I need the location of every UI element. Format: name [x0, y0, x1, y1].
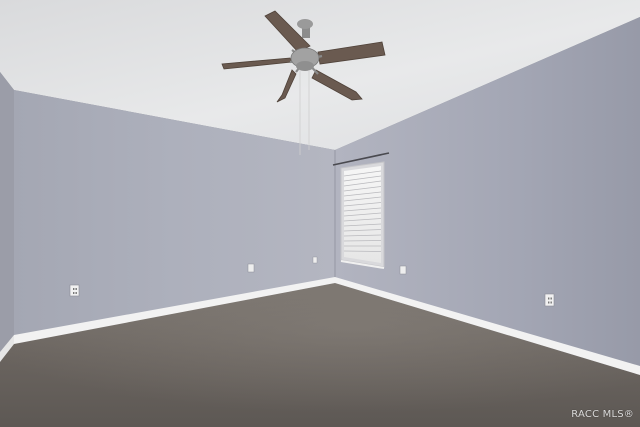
watermark-text: RACC MLS®	[571, 409, 634, 420]
room-photo: RACC MLS®	[0, 0, 640, 427]
window-blinds-icon	[332, 152, 390, 269]
electrical-outlet-icon	[399, 265, 407, 275]
electrical-outlet-icon	[247, 263, 255, 273]
electrical-outlet-icon	[69, 284, 80, 297]
electrical-outlet-icon	[312, 256, 318, 264]
far-left-wall	[0, 72, 14, 356]
room-illustration	[0, 0, 640, 427]
electrical-outlet-icon	[544, 293, 555, 307]
